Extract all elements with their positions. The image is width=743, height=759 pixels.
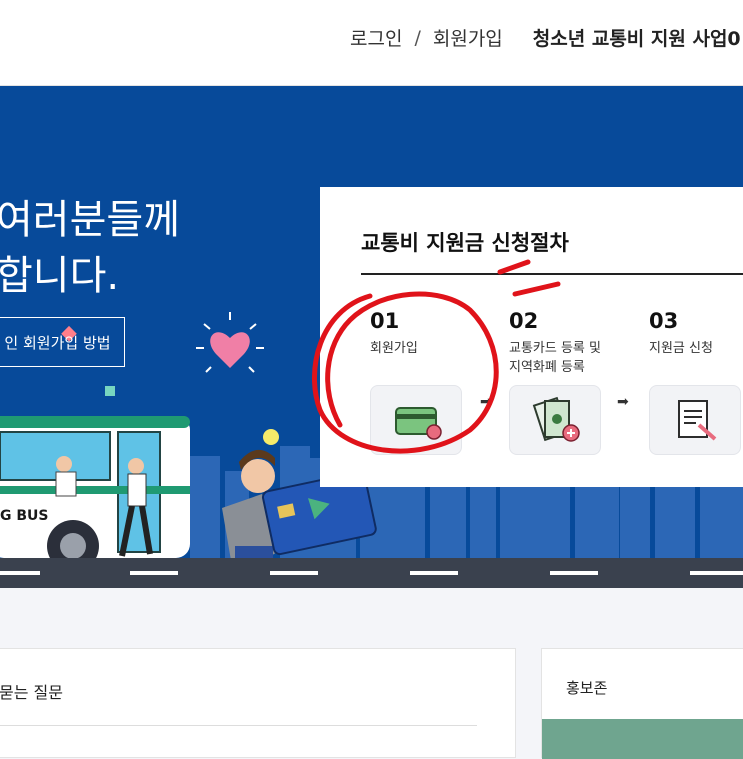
step-label-line1: 교통카드 등록 및 xyxy=(509,341,601,356)
money-icon xyxy=(509,385,601,455)
promo-title[interactable]: 홍보존 xyxy=(566,677,607,698)
card-icon xyxy=(370,385,462,455)
bus-brand-label: G BUS xyxy=(0,508,49,524)
step-label: 교통카드 등록 및 지역화폐 등록 xyxy=(509,339,619,377)
faq-title[interactable]: 묻는 질문 xyxy=(0,679,63,703)
road xyxy=(0,558,743,588)
promo-panel: 홍보존 xyxy=(541,648,743,759)
hero-headline-line2: 합니다. xyxy=(0,253,120,299)
steps-divider xyxy=(361,273,743,275)
site-title-link[interactable]: 청소년 교통비 지원 사업0 xyxy=(533,24,741,51)
login-link[interactable]: 로그인 xyxy=(350,24,402,51)
steps-title: 교통비 지원금 신청절차 xyxy=(361,231,569,255)
arrow-right-icon: ➡ xyxy=(617,394,629,410)
faq-divider xyxy=(0,725,477,726)
step-signup[interactable]: 01 회원가입 xyxy=(370,309,480,455)
signup-guide-button[interactable]: 인 회원가입 방법 xyxy=(0,317,125,367)
step-apply[interactable]: 03 지원금 신청 xyxy=(649,309,743,455)
application-steps-panel: 교통비 지원금 신청절차 01 회원가입 ➡ 02 교통카드 등록 및 지역화폐… xyxy=(320,187,743,487)
step-number: 03 xyxy=(649,309,679,333)
document-pen-icon xyxy=(649,385,741,455)
hero-headline: 여러분들께 합니다. xyxy=(0,192,180,304)
step-number: 02 xyxy=(509,309,539,333)
hero-headline-line1: 여러분들께 xyxy=(0,197,180,243)
step-label: 지원금 신청 xyxy=(649,341,713,356)
top-header: 로그인 / 회원가입 청소년 교통비 지원 사업0 xyxy=(0,0,743,86)
step-number: 01 xyxy=(370,309,400,333)
promo-banner-image[interactable] xyxy=(542,719,743,759)
top-nav: 로그인 / 회원가입 청소년 교통비 지원 사업0 xyxy=(350,24,741,51)
faq-panel: 묻는 질문 xyxy=(0,648,516,758)
step-label-line2: 지역화폐 등록 xyxy=(509,360,585,375)
arrow-right-icon: ➡ xyxy=(480,394,492,410)
nav-separator: / xyxy=(414,26,421,49)
step-card-register[interactable]: 02 교통카드 등록 및 지역화폐 등록 xyxy=(509,309,619,455)
step-label: 회원가입 xyxy=(370,341,418,356)
signup-link[interactable]: 회원가입 xyxy=(433,24,503,51)
